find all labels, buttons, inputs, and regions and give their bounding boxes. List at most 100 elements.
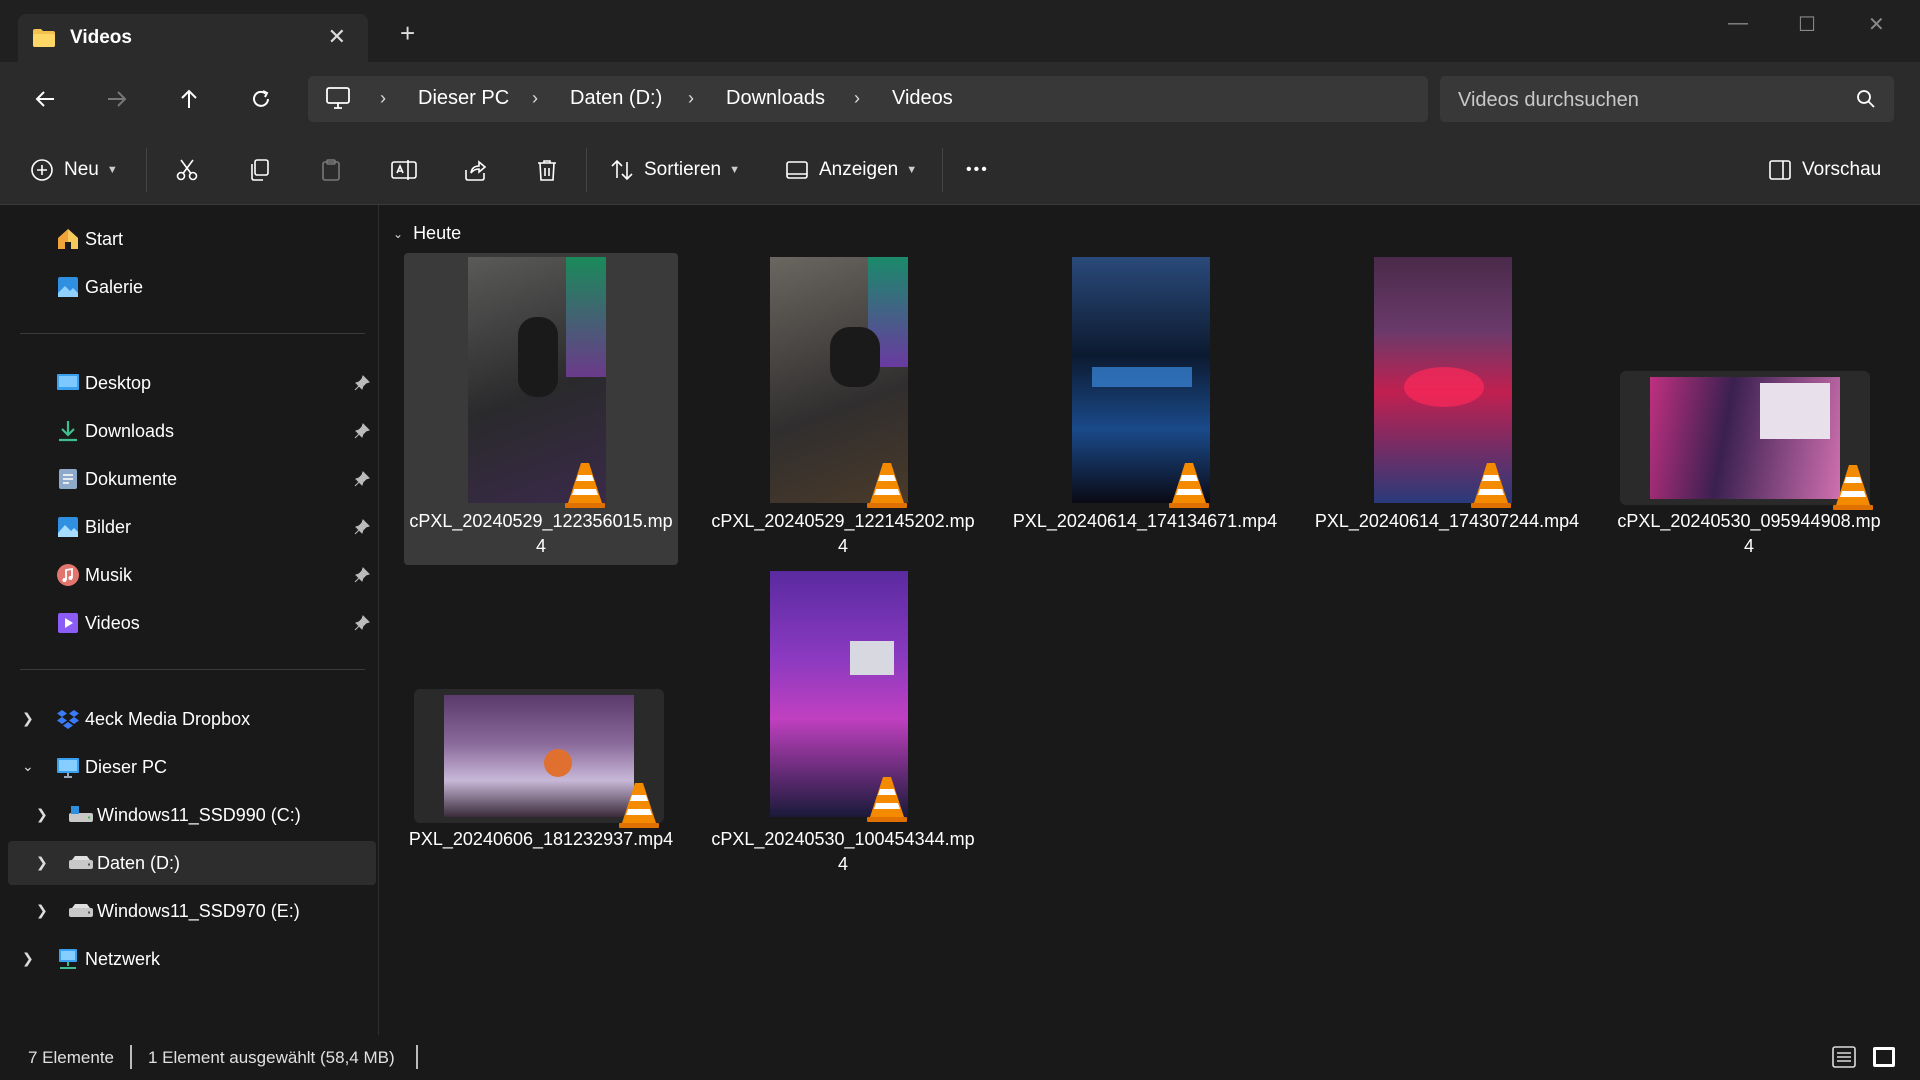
selection-info: 1 Element ausgewählt (58,4 MB)	[148, 1048, 395, 1067]
arrow-up-icon	[181, 89, 197, 108]
pin-icon[interactable]	[354, 375, 370, 396]
view-button[interactable]: Anzeigen ▼	[785, 155, 917, 185]
new-button-label: Neu	[64, 159, 99, 180]
breadcrumb-separator: ›	[532, 88, 538, 108]
search-box[interactable]	[1440, 76, 1894, 124]
breadcrumb-separator: ›	[688, 88, 694, 108]
file-tile[interactable]: cPXL_20240530_095944908.mp4	[1612, 253, 1886, 565]
vlc-cone-icon	[866, 461, 908, 514]
large-icons-view-icon	[1873, 1047, 1895, 1067]
file-tile[interactable]: cPXL_20240529_122145202.mp4	[706, 253, 980, 565]
search-input[interactable]	[1456, 76, 1840, 124]
sidebar-item-label: Dieser PC	[85, 757, 168, 777]
drive-d-icon	[68, 851, 93, 875]
breadcrumb-separator: ›	[380, 88, 386, 108]
toolbar-divider	[942, 148, 943, 192]
preview-pane-button[interactable]: Vorschau	[1768, 155, 1881, 185]
tab-videos[interactable]: Videos ✕	[18, 14, 368, 62]
chevron-right-icon[interactable]: ❯	[36, 854, 48, 871]
maximize-button[interactable]: ☐	[1798, 12, 1816, 37]
new-tab-button[interactable]: +	[400, 20, 415, 46]
share-button[interactable]	[463, 155, 487, 185]
videos-icon	[56, 611, 80, 635]
sidebar-item-label: Downloads	[85, 421, 175, 441]
sidebar-item-music[interactable]: Musik	[8, 553, 376, 597]
breadcrumb-this-pc[interactable]: Dieser PC	[418, 87, 509, 110]
new-button[interactable]: Neu ▼	[30, 155, 118, 185]
sidebar-item-label: Musik	[85, 565, 133, 585]
pin-icon[interactable]	[354, 519, 370, 540]
delete-button[interactable]	[535, 155, 559, 185]
chevron-right-icon[interactable]: ❯	[36, 902, 48, 919]
sidebar-item-dropbox[interactable]: ❯ 4eck Media Dropbox	[8, 697, 376, 741]
sidebar-item-documents[interactable]: Dokumente	[8, 457, 376, 501]
more-options-button[interactable]: •••	[966, 155, 989, 185]
sidebar-item-start[interactable]: Start	[8, 217, 376, 261]
chevron-right-icon[interactable]: ❯	[36, 806, 48, 823]
file-name: cPXL_20240529_122145202.mp4	[711, 511, 975, 556]
cut-button[interactable]	[175, 155, 199, 185]
file-list-view: ⌄ Heute cPXL_20240529_122356015.mp4 cPXL…	[379, 205, 1920, 1035]
window-close-button[interactable]: ✕	[1868, 12, 1885, 37]
copy-button[interactable]	[247, 155, 271, 185]
vlc-cone-icon	[564, 461, 606, 514]
details-view-button[interactable]	[1832, 1045, 1856, 1074]
tab-close-button[interactable]: ✕	[328, 24, 346, 50]
share-icon	[465, 160, 487, 181]
breadcrumb-downloads[interactable]: Downloads	[726, 87, 825, 110]
search-icon[interactable]	[1856, 89, 1876, 114]
breadcrumb-data-d[interactable]: Daten (D:)	[570, 87, 662, 110]
sidebar-item-drive-d[interactable]: ❯ Daten (D:)	[8, 841, 376, 885]
breadcrumb-videos[interactable]: Videos	[892, 87, 953, 110]
sidebar-item-label: Videos	[85, 613, 140, 633]
status-bar: 7 Elemente 1 Element ausgewählt (58,4 MB…	[0, 1035, 1920, 1080]
sort-button[interactable]: Sortieren ▼	[610, 155, 740, 185]
pin-icon[interactable]	[354, 423, 370, 444]
drive-c-icon	[68, 803, 93, 827]
pin-icon[interactable]	[354, 471, 370, 492]
up-button[interactable]	[174, 84, 204, 114]
refresh-button[interactable]	[246, 84, 276, 114]
back-button[interactable]	[30, 84, 60, 114]
tiles-view-button[interactable]	[1872, 1045, 1896, 1074]
chevron-down-icon: ▼	[729, 164, 740, 176]
sidebar-item-desktop[interactable]: Desktop	[8, 361, 376, 405]
sidebar-item-label: Desktop	[85, 373, 152, 393]
address-bar[interactable]: › Dieser PC › Daten (D:) › Downloads › V…	[308, 76, 1428, 122]
paste-button[interactable]	[319, 155, 343, 185]
chevron-down-icon[interactable]: ⌄	[22, 758, 34, 775]
sidebar-item-this-pc[interactable]: ⌄ Dieser PC	[8, 745, 376, 789]
file-tile[interactable]: PXL_20240614_174307244.mp4	[1310, 253, 1584, 565]
group-header-today[interactable]: ⌄ Heute	[393, 223, 461, 244]
pin-icon[interactable]	[354, 567, 370, 588]
sort-icon	[611, 159, 633, 181]
file-tile[interactable]: PXL_20240614_174134671.mp4	[1008, 253, 1282, 565]
forward-button[interactable]	[102, 84, 132, 114]
sidebar-item-pictures[interactable]: Bilder	[8, 505, 376, 549]
pictures-icon	[56, 515, 80, 539]
sidebar-item-label: Daten (D:)	[97, 853, 181, 873]
minimize-button[interactable]: —	[1728, 12, 1748, 35]
trash-icon	[538, 160, 556, 181]
file-tile[interactable]: cPXL_20240530_100454344.mp4	[706, 571, 980, 883]
tab-title: Videos	[70, 27, 132, 48]
chevron-down-icon: ⌄	[393, 226, 404, 241]
file-tile[interactable]: cPXL_20240529_122356015.mp4	[404, 253, 678, 565]
file-tile[interactable]: PXL_20240606_181232937.mp4	[404, 571, 678, 883]
chevron-right-icon[interactable]: ❯	[22, 950, 34, 967]
sidebar-item-label: Windows11_SSD990 (C:)	[97, 805, 301, 825]
folder-icon	[32, 28, 56, 53]
sidebar-item-network[interactable]: ❯ Netzwerk	[8, 937, 376, 981]
sidebar-item-downloads[interactable]: Downloads	[8, 409, 376, 453]
chevron-right-icon[interactable]: ❯	[22, 710, 34, 727]
details-view-icon	[1832, 1046, 1856, 1068]
sidebar-item-drive-c[interactable]: ❯ Windows11_SSD990 (C:)	[8, 793, 376, 837]
sidebar-item-gallery[interactable]: Galerie	[8, 265, 376, 309]
file-name: PXL_20240614_174307244.mp4	[1314, 511, 1580, 531]
sidebar-item-drive-e[interactable]: ❯ Windows11_SSD970 (E:)	[8, 889, 376, 933]
rename-button[interactable]	[391, 155, 417, 185]
vlc-cone-icon	[1168, 461, 1210, 514]
pin-icon[interactable]	[354, 615, 370, 636]
view-button-label: Anzeigen	[819, 159, 899, 180]
sidebar-item-videos[interactable]: Videos	[8, 601, 376, 645]
